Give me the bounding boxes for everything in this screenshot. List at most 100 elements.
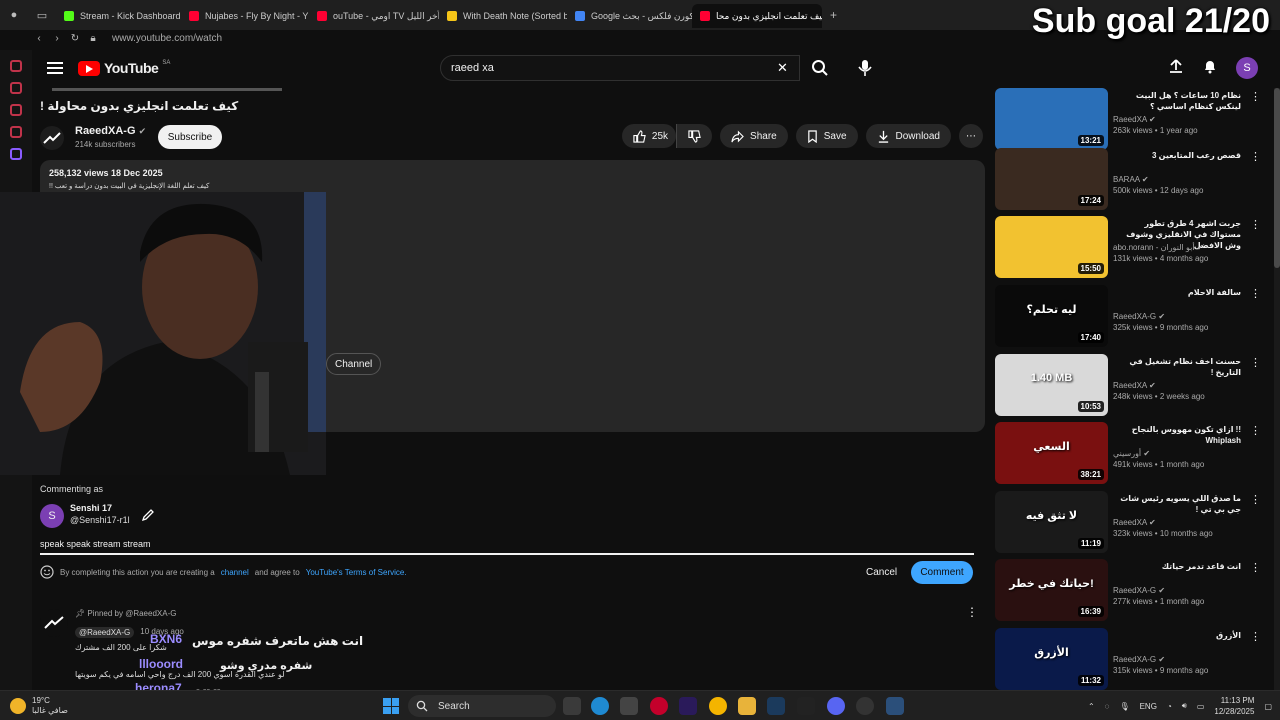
pinned-comment-avatar[interactable]	[40, 609, 68, 637]
recommendation-more-icon[interactable]: ⋮	[1250, 561, 1261, 574]
recommendation-channel[interactable]: RaeedXA ✔	[1113, 381, 1156, 390]
back-icon[interactable]: ‹	[30, 33, 48, 44]
dislike-button[interactable]	[676, 124, 713, 148]
recommendation-item[interactable]: 1.40 MB 10:53 حسنت اخف نظام تشغيل في التار…	[995, 354, 1265, 416]
recommendation-channel[interactable]: RaeedXA ✔	[1113, 115, 1156, 124]
forward-icon[interactable]: ›	[48, 33, 66, 44]
start-icon[interactable]	[383, 698, 399, 714]
steam-icon[interactable]	[767, 697, 785, 715]
premiere-icon[interactable]	[679, 697, 697, 715]
recommendation-thumbnail[interactable]: 1.40 MB 10:53	[995, 354, 1108, 416]
browser-tab[interactable]: With Death Note (Sorted b	[439, 4, 567, 28]
clock[interactable]: 11:13 PM 12/28/2025	[1214, 695, 1254, 717]
sidebar-app-icon[interactable]	[10, 60, 22, 72]
mic-tray-icon[interactable]: 🎙︎	[1119, 702, 1129, 711]
pinned-author-handle[interactable]: @RaeedXA-G	[75, 627, 135, 638]
channel-link[interactable]: channel	[221, 568, 249, 577]
upload-icon[interactable]	[1168, 58, 1184, 79]
taskbar-search[interactable]: Search	[408, 695, 556, 717]
sidebar-app-icon[interactable]	[10, 126, 22, 138]
network-icon[interactable]: ◌	[1105, 702, 1110, 711]
recommendation-channel[interactable]: RaeedXA-G ✔	[1113, 586, 1165, 595]
obs-icon[interactable]	[856, 697, 874, 715]
file-explorer-icon[interactable]	[738, 697, 756, 715]
recommendation-thumbnail[interactable]: السعي 38:21	[995, 422, 1108, 484]
recommendation-channel[interactable]: RaeedXA-G ✔	[1113, 312, 1165, 321]
recommendation-item[interactable]: السعي 38:21 !! ازاي تكون مهووس بالنجاح Whi…	[995, 422, 1265, 484]
next-app-icon[interactable]	[797, 697, 815, 715]
recommendation-thumbnail[interactable]: 17:24	[995, 148, 1108, 210]
emoji-icon[interactable]	[40, 565, 54, 579]
recommendation-item[interactable]: 17:24 قصص رعب المتابعين 3 BARAA ✔ 500k view…	[995, 148, 1265, 210]
recommendation-item[interactable]: 15:50 جربت اشهر 4 طرق تطور مستواك في الان…	[995, 216, 1265, 278]
recommendation-item[interactable]: ليه تحلم؟ 17:40 سالفة الاحلام RaeedXA-G ✔ 32…	[995, 285, 1265, 347]
app-icon[interactable]	[886, 697, 904, 715]
youtube-logo[interactable]: YouTube SA	[78, 60, 170, 76]
recommendation-thumbnail[interactable]: لا تثق فيه 11:19	[995, 491, 1108, 553]
recommendation-channel[interactable]: أورسيني ✔	[1113, 449, 1150, 458]
recommendation-more-icon[interactable]: ⋮	[1250, 630, 1261, 643]
browser-tab[interactable]: Nujabes - Fly By Night - Y	[181, 4, 309, 28]
battery-icon[interactable]: ▭	[1197, 702, 1205, 711]
edge-icon[interactable]	[591, 697, 609, 715]
recommendation-item[interactable]: حياتك في خطر! 16:39 انت قاعد تدمر حياتك Rae…	[995, 559, 1265, 621]
opera-icon[interactable]	[650, 697, 668, 715]
volume-icon[interactable]: 🔊︎	[1182, 701, 1187, 711]
recommendation-more-icon[interactable]: ⋮	[1250, 218, 1261, 231]
recommendation-item[interactable]: لا تثق فيه 11:19 ما صدق اللي يسويه رئيس شا…	[995, 491, 1265, 553]
discord-icon[interactable]	[827, 697, 845, 715]
comment-input[interactable]: speak speak stream stream	[40, 539, 974, 555]
twitch-icon[interactable]	[10, 148, 22, 160]
wifi-icon[interactable]: ◔	[1167, 702, 1172, 711]
recommendation-channel[interactable]: BARAA ✔	[1113, 175, 1149, 184]
recommendation-more-icon[interactable]: ⋮	[1250, 493, 1261, 506]
comment-more-icon[interactable]: ⋮	[966, 605, 978, 619]
tray-chevron-icon[interactable]: ⌃	[1088, 702, 1095, 711]
chrome-icon[interactable]	[709, 697, 727, 715]
more-actions-icon[interactable]: ⋯	[959, 124, 983, 148]
channel-name[interactable]: RaeedXA-G ✔	[75, 125, 146, 137]
recommendation-channel[interactable]: RaeedXA ✔	[1113, 518, 1156, 527]
sidebar-app-icon[interactable]	[10, 82, 22, 94]
search-input[interactable]: raeed xa	[440, 55, 800, 81]
clear-search-icon[interactable]: ✕	[777, 60, 788, 76]
recommendation-thumbnail[interactable]: ليه تحلم؟ 17:40	[995, 285, 1108, 347]
download-button[interactable]: Download	[865, 124, 951, 148]
recommendation-more-icon[interactable]: ⋮	[1250, 356, 1261, 369]
terms-link[interactable]: YouTube's Terms of Service.	[306, 568, 407, 577]
account-avatar[interactable]: S	[1236, 57, 1258, 79]
sidebar-app-icon[interactable]	[10, 104, 22, 116]
tab-actions-icon[interactable]: ▭	[28, 0, 56, 30]
recommendation-more-icon[interactable]: ⋮	[1250, 90, 1261, 103]
menu-icon[interactable]	[47, 59, 63, 77]
edit-icon[interactable]	[141, 508, 155, 527]
reload-icon[interactable]: ↻	[66, 33, 84, 44]
channel-pill-button[interactable]: Channel	[326, 353, 382, 375]
share-button[interactable]: Share	[720, 124, 788, 148]
notifications-icon[interactable]	[1202, 58, 1218, 79]
notification-center-icon[interactable]: ▢	[1264, 702, 1272, 711]
like-button[interactable]: 25k	[621, 124, 677, 148]
site-info-icon[interactable]: 🔒︎	[84, 33, 102, 44]
recommendation-item[interactable]: الأزرق 11:32 الأزرق RaeedXA-G ✔ 315k views •…	[995, 628, 1265, 690]
page-scrollbar-thumb[interactable]	[1274, 88, 1280, 268]
channel-avatar[interactable]	[40, 126, 64, 150]
weather-widget[interactable]: 19°C صافي غالبا	[10, 696, 68, 716]
recommendation-thumbnail[interactable]: 15:50	[995, 216, 1108, 278]
recommendation-thumbnail[interactable]: حياتك في خطر! 16:39	[995, 559, 1108, 621]
task-view-icon[interactable]	[563, 697, 581, 715]
language-indicator[interactable]: ENG	[1140, 702, 1157, 711]
new-tab-button[interactable]: +	[822, 8, 845, 22]
browser-tab[interactable]: Google كورن فلكس - بحث	[567, 4, 692, 28]
recommendation-more-icon[interactable]: ⋮	[1250, 150, 1261, 163]
recommendation-thumbnail[interactable]: 13:21	[995, 88, 1108, 150]
recommendation-more-icon[interactable]: ⋮	[1250, 287, 1261, 300]
recommendation-channel[interactable]: RaeedXA-G ✔	[1113, 655, 1165, 664]
comment-button[interactable]: Comment	[911, 561, 973, 584]
browser-tab[interactable]: كيف تعلمت انجليزي بدون محا	[692, 4, 822, 28]
url-field[interactable]: www.youtube.com/watch	[112, 33, 222, 44]
recommendation-channel[interactable]: abo.norann - أبو النوران ✔	[1113, 243, 1204, 252]
browser-tab[interactable]: ouTube - اومي TV آخر الليل	[309, 4, 439, 28]
cancel-button[interactable]: Cancel	[858, 561, 905, 584]
store-icon[interactable]	[620, 697, 638, 715]
